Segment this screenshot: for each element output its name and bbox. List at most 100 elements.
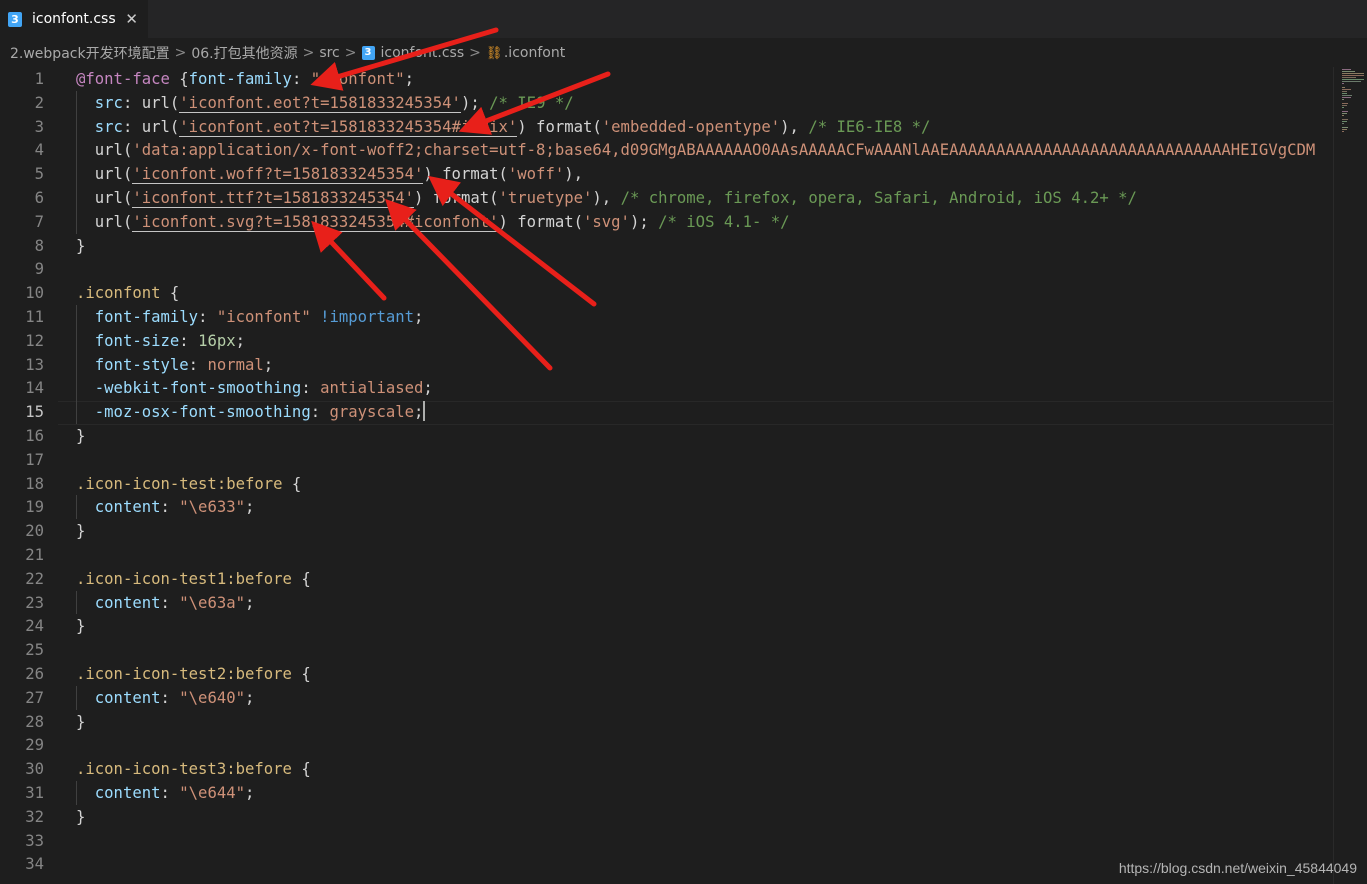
tab-iconfont-css[interactable]: 3 iconfont.css ✕ [0, 0, 148, 38]
code-token: url( [76, 165, 133, 184]
code-token: url( [76, 189, 133, 207]
breadcrumb-item-src[interactable]: src [319, 45, 339, 61]
code-token: : [310, 403, 330, 422]
line-number: 29 [25, 736, 44, 755]
line-number: 33 [25, 831, 44, 850]
code-line[interactable]: 4 url('data:application/x-font-woff2;cha… [0, 138, 1333, 162]
code-token: } [76, 427, 86, 445]
minimap-line [1342, 77, 1356, 78]
code-line[interactable]: 33 [0, 829, 1333, 853]
code-token: ) format( [498, 212, 584, 231]
code-token: content [76, 498, 161, 517]
line-number: 16 [25, 427, 44, 445]
code-token: 'iconfont.eot?t=1581833245354#iefix' [179, 117, 518, 137]
code-token: { [291, 760, 311, 779]
code-text: .icon-icon-test:before { [76, 472, 301, 496]
code-text: content: "\e63a"; [76, 591, 255, 615]
line-number: 12 [25, 331, 44, 350]
line-number: 5 [34, 165, 44, 184]
watermark: https://blog.csdn.net/weixin_45844049 [1118, 860, 1357, 876]
code-line[interactable]: 21 [0, 543, 1333, 567]
minimap-line [1342, 71, 1356, 72]
line-number: 22 [25, 569, 44, 588]
code-token: : [179, 331, 199, 350]
code-line[interactable]: 8} [0, 234, 1333, 258]
code-line[interactable]: 30 .icon-icon-test3:before { [0, 757, 1333, 781]
code-line[interactable]: 6 url('iconfont.ttf?t=1581833245354') fo… [0, 186, 1333, 210]
code-line[interactable]: 19 content: "\e633"; [0, 495, 1333, 519]
minimap-line [1342, 121, 1347, 122]
line-number: 30 [25, 760, 44, 779]
code-line[interactable]: 28} [0, 710, 1333, 734]
code-token: -moz-osx-font-smoothing [76, 403, 311, 422]
code-token: .icon-icon-test:before [76, 474, 283, 493]
code-token: 16px [198, 331, 236, 350]
code-line[interactable]: 22 .icon-icon-test1:before { [0, 567, 1333, 591]
code-token: } [76, 807, 86, 826]
line-number: 7 [34, 212, 44, 231]
code-line[interactable]: 26 .icon-icon-test2:before { [0, 662, 1333, 686]
code-line[interactable]: 31 content: "\e644"; [0, 781, 1333, 805]
code-line[interactable]: 17 [0, 448, 1333, 472]
tab-bar: 3 iconfont.css ✕ [0, 0, 1367, 38]
code-token: "\e640" [179, 688, 245, 707]
line-number: 9 [34, 260, 44, 279]
breadcrumb-item-folder[interactable]: 2.webpack开发环境配置 [10, 43, 170, 63]
minimap-line [1342, 105, 1347, 106]
code-token: 'iconfont.eot?t=1581833245354' [179, 93, 461, 113]
code-text: url('iconfont.ttf?t=1581833245354') form… [76, 186, 1137, 210]
code-text: } [76, 519, 85, 543]
code-line[interactable]: 24} [0, 614, 1333, 638]
code-line[interactable]: 25 [0, 638, 1333, 662]
code-line[interactable]: 16} [0, 424, 1333, 448]
code-line[interactable]: 1 @font-face {font-family: "iconfont"; [0, 67, 1333, 91]
code-token: ; [245, 784, 255, 802]
code-line[interactable]: 13 font-style: normal; [0, 353, 1333, 377]
code-line[interactable]: 12 font-size: 16px; [0, 329, 1333, 353]
code-token: : [291, 70, 311, 88]
code-text: content: "\e640"; [76, 686, 255, 710]
code-line[interactable]: 10 .iconfont { [0, 281, 1333, 305]
breadcrumb-item-file[interactable]: iconfont.css [381, 45, 465, 61]
code-token: /* IE6-IE8 */ [808, 117, 931, 136]
code-line[interactable]: 23 content: "\e63a"; [0, 591, 1333, 615]
code-line[interactable]: 3 src: url('iconfont.eot?t=1581833245354… [0, 115, 1333, 139]
code-line[interactable]: 15 -moz-osx-font-smoothing: grayscale; [0, 400, 1333, 424]
breadcrumb-item-subfolder[interactable]: 06.打包其他资源 [191, 43, 297, 63]
close-icon[interactable]: ✕ [125, 10, 138, 28]
code-text: .icon-icon-test3:before { [76, 757, 311, 781]
code-line[interactable]: 32} [0, 805, 1333, 829]
code-token: : [198, 308, 217, 326]
code-line[interactable]: 2 src: url('iconfont.eot?t=1581833245354… [0, 91, 1333, 115]
line-number: 27 [25, 688, 44, 707]
code-line[interactable]: 27 content: "\e640"; [0, 686, 1333, 710]
minimap-line [1342, 89, 1352, 90]
line-number: 4 [34, 141, 44, 160]
code-line[interactable]: 11 font-family: "iconfont" !important; [0, 305, 1333, 329]
code-line[interactable]: 20} [0, 519, 1333, 543]
code-token: 'woff' [507, 165, 565, 184]
code-token: normal [207, 355, 264, 374]
line-number: 31 [25, 784, 44, 802]
code-token: grayscale [329, 403, 415, 422]
tab-label: iconfont.css [32, 11, 116, 27]
chevron-right-icon: > [174, 45, 187, 61]
symbol-class-icon: ⛓ [485, 45, 503, 61]
code-line[interactable]: 29 [0, 733, 1333, 757]
code-token: ; [404, 70, 415, 88]
minimap-line [1342, 69, 1351, 70]
code-token: ), [780, 117, 809, 136]
breadcrumb-item-symbol[interactable]: .iconfont [504, 45, 565, 61]
code-token: ; [245, 593, 255, 612]
chevron-right-icon: > [469, 45, 481, 61]
code-line[interactable]: 18 .icon-icon-test:before { [0, 472, 1333, 496]
code-line[interactable]: 5 url('iconfont.woff?t=1581833245354') f… [0, 162, 1333, 186]
code-token: : [160, 593, 180, 612]
code-editor[interactable]: 1 @font-face {font-family: "iconfont"; 2 s… [0, 67, 1333, 884]
code-line[interactable]: 7 url('iconfont.svg?t=1581833245354#icon… [0, 210, 1333, 234]
code-line[interactable]: 14 -webkit-font-smoothing: antialiased; [0, 376, 1333, 400]
minimap[interactable] [1333, 67, 1367, 884]
code-line[interactable]: 9 [0, 257, 1333, 281]
minimap-line [1342, 99, 1344, 100]
code-token: ); [629, 212, 659, 231]
